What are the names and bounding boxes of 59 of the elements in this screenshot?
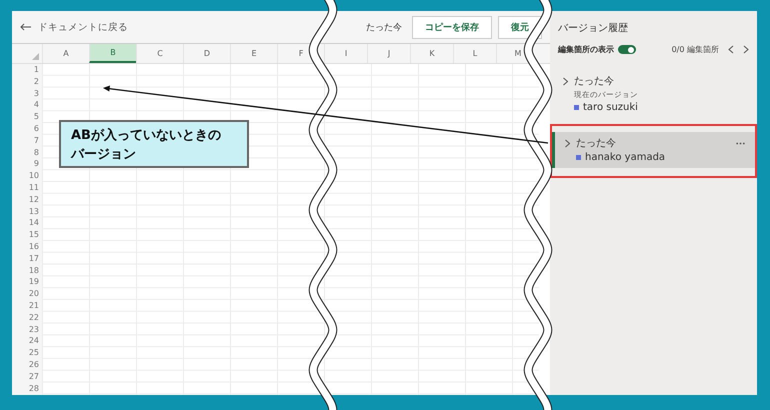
back-link[interactable]: ドキュメントに戻る <box>20 20 128 34</box>
row-header[interactable]: 3 <box>12 88 42 100</box>
author-name: hanako yamada <box>585 152 666 163</box>
row-header[interactable]: 13 <box>12 206 42 218</box>
row-header[interactable]: 16 <box>12 240 42 253</box>
column-header[interactable]: K <box>410 44 453 63</box>
next-icon[interactable] <box>743 45 749 54</box>
version-time: たった今 <box>366 22 402 34</box>
previous-icon[interactable] <box>728 45 734 54</box>
more-options-icon[interactable] <box>736 142 745 144</box>
expand-chevron-icon[interactable] <box>563 76 568 86</box>
row-header[interactable]: 12 <box>12 194 42 206</box>
column-header[interactable]: F <box>277 44 324 63</box>
row-header[interactable]: 23 <box>12 324 42 336</box>
row-header[interactable]: 19 <box>12 276 42 288</box>
expand-chevron-icon[interactable] <box>565 138 570 148</box>
row-header[interactable]: 4 <box>12 99 42 112</box>
row-header[interactable]: 25 <box>12 347 42 359</box>
row-header[interactable]: 21 <box>12 300 42 312</box>
version-time: たった今 <box>576 137 616 150</box>
row-header[interactable]: 2 <box>12 76 42 88</box>
row-header[interactable]: 1 <box>12 64 42 76</box>
row-header[interactable]: 15 <box>12 229 42 241</box>
row-header[interactable]: 27 <box>12 370 42 383</box>
cell-grid[interactable] <box>42 64 539 395</box>
row-header[interactable]: 8 <box>12 146 42 158</box>
toolbar-button[interactable]: コピーを保存 <box>412 16 492 38</box>
corner-triangle-icon <box>32 53 39 60</box>
author-name: taro suzuki <box>583 102 638 113</box>
column-header[interactable]: J <box>367 44 410 63</box>
toggle-label: 編集箇所の表示 <box>558 44 614 55</box>
version-item[interactable]: たった今 hanako yamada <box>552 132 755 168</box>
row-header[interactable]: 10 <box>12 170 42 182</box>
row-header[interactable]: 14 <box>12 217 42 230</box>
row-header[interactable]: 6 <box>12 122 42 135</box>
version-time: たった今 <box>574 75 614 88</box>
panel-title: バージョン履歴 <box>557 22 629 35</box>
toggle-switch[interactable] <box>618 45 636 54</box>
back-arrow-icon <box>20 23 32 31</box>
row-header[interactable]: 17 <box>12 252 42 265</box>
column-header[interactable]: M <box>496 44 539 63</box>
row-header[interactable]: 20 <box>12 288 42 300</box>
row-header[interactable]: 22 <box>12 312 42 324</box>
row-header[interactable]: 7 <box>12 134 42 147</box>
column-header[interactable]: C <box>136 44 183 63</box>
row-header[interactable]: 28 <box>12 382 42 394</box>
change-counter: 0/0 編集箇所 <box>672 44 719 55</box>
row-header[interactable]: 26 <box>12 358 42 371</box>
row-header[interactable]: 18 <box>12 264 42 276</box>
callout-box: ABが入っていないときのバージョン <box>59 120 249 168</box>
row-header[interactable]: 9 <box>12 158 42 170</box>
column-header[interactable]: E <box>230 44 277 63</box>
column-header[interactable]: B <box>89 44 136 63</box>
column-header[interactable]: D <box>183 44 230 63</box>
row-header[interactable]: 11 <box>12 182 42 194</box>
column-header[interactable]: L <box>453 44 496 63</box>
column-header[interactable]: I <box>324 44 367 63</box>
row-header[interactable]: 5 <box>12 111 42 123</box>
row-header[interactable]: 24 <box>12 335 42 348</box>
